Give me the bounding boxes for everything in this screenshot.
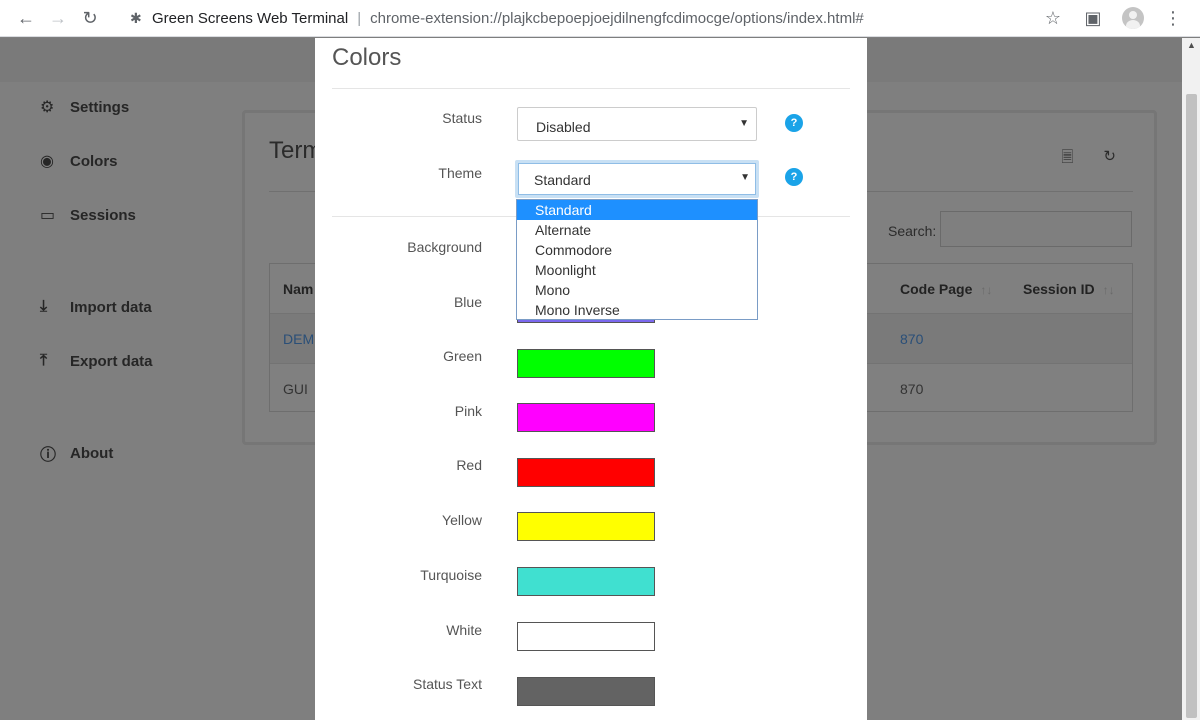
chevron-down-icon: ▼ xyxy=(740,172,750,183)
new-file-icon[interactable]: 🗏 xyxy=(1061,147,1073,172)
bookmark-star-icon[interactable]: ☆ xyxy=(1040,5,1066,31)
sidebar-item-label: Export data xyxy=(70,352,153,370)
upload-icon: ⤒ xyxy=(40,352,48,369)
back-arrow-icon[interactable]: ← xyxy=(10,2,42,34)
sort-icon: ↑↓ xyxy=(980,283,993,297)
theme-option-moonlight[interactable]: Moonlight xyxy=(517,260,757,280)
code-page-link[interactable]: 870 xyxy=(900,331,923,347)
sidebar-item-sessions[interactable]: ▭ Sessions xyxy=(40,204,240,226)
browser-toolbar: ← → ↻ ✱ Green Screens Web Terminal | chr… xyxy=(0,0,1200,37)
background-label: Background xyxy=(407,239,482,255)
column-header-name[interactable]: Nam xyxy=(283,281,313,297)
card-toolbar: 🗏 ↻ xyxy=(1061,147,1116,172)
turquoise-label: Turquoise xyxy=(420,567,482,583)
theme-option-mono-inverse[interactable]: Mono Inverse xyxy=(517,300,757,320)
profile-avatar[interactable] xyxy=(1120,5,1146,31)
sidebar-item-about[interactable]: ⓘ About xyxy=(40,442,240,465)
white-label: White xyxy=(446,622,482,638)
green-swatch[interactable] xyxy=(517,349,655,378)
theme-option-commodore[interactable]: Commodore xyxy=(517,240,757,260)
status-text-swatch[interactable] xyxy=(517,677,655,706)
theme-option-mono[interactable]: Mono xyxy=(517,280,757,300)
code-page: 870 xyxy=(900,381,924,397)
gear-icon: ⚙ xyxy=(40,99,55,116)
red-swatch[interactable] xyxy=(517,458,655,487)
status-select-value: Disabled xyxy=(536,119,591,135)
sidebar: ⚙ Settings ◉ Colors ▭ Sessions ⤓ Import … xyxy=(40,96,240,496)
green-label: Green xyxy=(443,348,482,364)
nav-buttons: ← → ↻ xyxy=(0,2,130,34)
sidebar-item-import[interactable]: ⤓ Import data xyxy=(40,296,240,318)
theme-select-value: Standard xyxy=(534,172,591,188)
column-header-code-page[interactable]: Code Page ↑↓ xyxy=(900,281,992,297)
blue-label: Blue xyxy=(453,294,482,310)
theme-option-standard[interactable]: Standard xyxy=(517,200,757,220)
forward-arrow-icon[interactable]: → xyxy=(42,2,74,34)
sort-icon: ↑↓ xyxy=(1102,283,1115,297)
status-text-label: Status Text xyxy=(412,676,482,692)
browser-actions: ☆ ▣ ⋮ xyxy=(1040,5,1200,31)
sidebar-item-settings[interactable]: ⚙ Settings xyxy=(40,96,240,118)
column-header-label: Session ID xyxy=(1023,281,1095,297)
yellow-label: Yellow xyxy=(442,512,482,528)
search-label: Search: xyxy=(888,223,937,239)
theme-label: Theme xyxy=(438,165,482,181)
turquoise-swatch[interactable] xyxy=(517,567,655,596)
theme-select[interactable]: Standard ▼ xyxy=(515,160,759,198)
pink-swatch[interactable] xyxy=(517,403,655,432)
modal-title: Colors xyxy=(332,44,402,71)
white-swatch[interactable] xyxy=(517,622,655,651)
pink-label: Pink xyxy=(454,403,482,419)
extension-icon: ✱ xyxy=(130,9,142,26)
theme-option-alternate[interactable]: Alternate xyxy=(517,220,757,240)
address-separator: | xyxy=(357,9,362,27)
session-name-link[interactable]: DEM xyxy=(283,331,314,347)
sidebar-item-label: Import data xyxy=(70,298,152,316)
theme-dropdown-list: Standard Alternate Commodore Moonlight M… xyxy=(516,199,758,320)
download-icon: ⤓ xyxy=(40,298,48,315)
sidebar-item-label: Colors xyxy=(70,152,118,170)
session-name: GUI xyxy=(283,381,308,397)
scroll-up-arrow-icon[interactable]: ▲ xyxy=(1187,40,1196,50)
column-header-label: Code Page xyxy=(900,281,973,297)
more-menu-icon[interactable]: ⋮ xyxy=(1160,5,1186,31)
colors-modal: Colors Status Disabled ▼ ? Theme Standar… xyxy=(315,38,867,720)
search-input[interactable] xyxy=(940,211,1132,247)
page-scrollbar[interactable]: ▲ xyxy=(1182,38,1200,720)
site-title: Green Screens Web Terminal xyxy=(152,9,349,27)
sidebar-item-label: Settings xyxy=(70,98,130,116)
column-header-session-id[interactable]: Session ID ↑↓ xyxy=(1023,281,1115,297)
modal-divider xyxy=(332,88,850,89)
scrollbar-thumb[interactable] xyxy=(1186,94,1197,718)
eye-icon: ◉ xyxy=(40,153,54,170)
reload-icon[interactable]: ↻ xyxy=(74,2,106,34)
sidebar-item-export[interactable]: ⤒ Export data xyxy=(40,350,240,372)
sidebar-item-label: About xyxy=(70,444,114,462)
yellow-swatch[interactable] xyxy=(517,512,655,541)
info-icon: ⓘ xyxy=(40,447,57,464)
status-label: Status xyxy=(442,110,482,126)
address-bar[interactable]: ✱ Green Screens Web Terminal | chrome-ex… xyxy=(130,3,1040,33)
theme-help-icon[interactable]: ? xyxy=(785,168,803,186)
sidebar-item-label: Sessions xyxy=(70,206,136,224)
sidebar-item-colors[interactable]: ◉ Colors xyxy=(40,150,240,172)
status-select[interactable]: Disabled ▼ xyxy=(517,107,757,141)
monitor-icon: ▭ xyxy=(40,207,56,224)
refresh-icon[interactable]: ↻ xyxy=(1103,147,1116,172)
red-label: Red xyxy=(456,457,482,473)
status-help-icon[interactable]: ? xyxy=(785,114,803,132)
url-text: chrome-extension://plajkcbepoepjoejdilne… xyxy=(370,9,864,27)
avatar-icon xyxy=(1122,7,1144,29)
cast-icon[interactable]: ▣ xyxy=(1080,5,1106,31)
chevron-down-icon: ▼ xyxy=(739,118,749,129)
